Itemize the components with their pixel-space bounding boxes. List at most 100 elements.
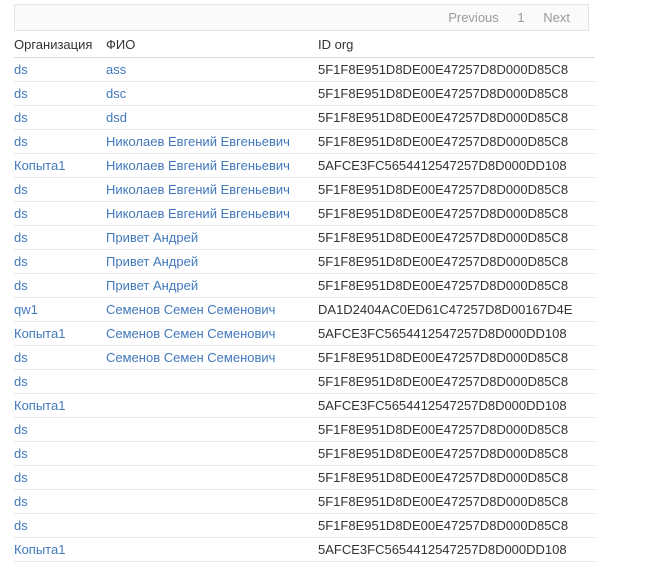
pagination-previous-button[interactable]: Previous — [448, 10, 499, 25]
table-row: qw1Семенов Семен СеменовичDA1D2404AC0ED6… — [14, 298, 595, 322]
fio-cell — [106, 466, 318, 490]
table-row: ds 5F1F8E951D8DE00E47257D8D000D85C8 — [14, 418, 595, 442]
table-row: dsСеменов Семен Семенович5F1F8E951D8DE00… — [14, 346, 595, 370]
pagination-next-button[interactable]: Next — [543, 10, 570, 25]
fio-link[interactable]: Привет Андрей — [106, 230, 198, 245]
organization-cell: ds — [14, 106, 106, 130]
organization-link[interactable]: ds — [14, 206, 28, 221]
fio-cell — [106, 490, 318, 514]
organization-cell: Копыта1 — [14, 322, 106, 346]
organization-link[interactable]: ds — [14, 62, 28, 77]
organization-cell: ds — [14, 346, 106, 370]
organization-link[interactable]: ds — [14, 374, 28, 389]
id-org-cell: 5F1F8E951D8DE00E47257D8D000D85C8 — [318, 418, 595, 442]
organization-link[interactable]: ds — [14, 230, 28, 245]
organization-cell: ds — [14, 250, 106, 274]
organization-cell: Копыта1 — [14, 394, 106, 418]
fio-cell: Николаев Евгений Евгеньевич — [106, 130, 318, 154]
organization-link[interactable]: ds — [14, 278, 28, 293]
organization-cell: Копыта1 — [14, 154, 106, 178]
fio-link[interactable]: Николаев Евгений Евгеньевич — [106, 134, 290, 149]
fio-link[interactable]: ass — [106, 62, 126, 77]
id-org-cell: 5F1F8E951D8DE00E47257D8D000D85C8 — [318, 514, 595, 538]
fio-link[interactable]: Привет Андрей — [106, 254, 198, 269]
fio-cell — [106, 394, 318, 418]
organization-link[interactable]: ds — [14, 518, 28, 533]
organization-link[interactable]: Копыта1 — [14, 398, 65, 413]
organization-link[interactable]: ds — [14, 422, 28, 437]
table-row: dsПривет Андрей5F1F8E951D8DE00E47257D8D0… — [14, 226, 595, 250]
fio-link[interactable]: Николаев Евгений Евгеньевич — [106, 182, 290, 197]
id-org-cell: 5F1F8E951D8DE00E47257D8D000D85C8 — [318, 370, 595, 394]
organization-cell: ds — [14, 466, 106, 490]
fio-link[interactable]: Привет Андрей — [106, 278, 198, 293]
table-row: ds 5F1F8E951D8DE00E47257D8D000D85C8 — [14, 514, 595, 538]
id-org-cell: 5F1F8E951D8DE00E47257D8D000D85C8 — [318, 466, 595, 490]
id-org-cell: 5F1F8E951D8DE00E47257D8D000D85C8 — [318, 442, 595, 466]
id-org-cell: 5AFCE3FC5654412547257D8D000DD108 — [318, 322, 595, 346]
table-row: Копыта15AFCE3FC5654412547257D8D000DD108 — [14, 538, 595, 562]
organization-link[interactable]: ds — [14, 350, 28, 365]
pagination-page-1-button[interactable]: 1 — [517, 10, 524, 25]
organization-link[interactable]: Копыта1 — [14, 326, 65, 341]
id-org-cell: 5F1F8E951D8DE00E47257D8D000D85C8 — [318, 130, 595, 154]
fio-link[interactable]: Семенов Семен Семенович — [106, 350, 275, 365]
fio-cell: Привет Андрей — [106, 274, 318, 298]
id-org-cell: 5AFCE3FC5654412547257D8D000DD108 — [318, 538, 595, 562]
id-org-cell: 5F1F8E951D8DE00E47257D8D000D85C8 — [318, 250, 595, 274]
id-org-cell: 5F1F8E951D8DE00E47257D8D000D85C8 — [318, 58, 595, 82]
fio-link[interactable]: Николаев Евгений Евгеньевич — [106, 206, 290, 221]
organization-cell: ds — [14, 370, 106, 394]
column-header-id-org: ID org — [318, 33, 595, 58]
organization-link[interactable]: ds — [14, 446, 28, 461]
fio-cell — [106, 418, 318, 442]
fio-link[interactable]: dsd — [106, 110, 127, 125]
fio-cell — [106, 514, 318, 538]
organization-link[interactable]: ds — [14, 470, 28, 485]
organization-link[interactable]: ds — [14, 182, 28, 197]
fio-link[interactable]: Николаев Евгений Евгеньевич — [106, 158, 290, 173]
organization-link[interactable]: ds — [14, 494, 28, 509]
fio-cell: Николаев Евгений Евгеньевич — [106, 178, 318, 202]
table-row: ds dsc 5F1F8E951D8DE00E47257D8D000D85C8 — [14, 82, 595, 106]
table-row: ds ass 5F1F8E951D8DE00E47257D8D000D85C8 — [14, 58, 595, 82]
table-row: ds dsd 5F1F8E951D8DE00E47257D8D000D85C8 — [14, 106, 595, 130]
organization-link[interactable]: qw1 — [14, 302, 38, 317]
fio-cell: Семенов Семен Семенович — [106, 346, 318, 370]
organization-cell: ds — [14, 442, 106, 466]
organization-cell: ds — [14, 130, 106, 154]
table-row: dsПривет Андрей5F1F8E951D8DE00E47257D8D0… — [14, 274, 595, 298]
organization-link[interactable]: ds — [14, 254, 28, 269]
table-header-row: Организация ФИО ID org — [14, 33, 595, 58]
organization-cell: ds — [14, 226, 106, 250]
organization-link[interactable]: ds — [14, 110, 28, 125]
fio-cell: dsd — [106, 106, 318, 130]
organization-cell: ds — [14, 82, 106, 106]
fio-link[interactable]: Семенов Семен Семенович — [106, 302, 275, 317]
fio-link[interactable]: dsc — [106, 86, 126, 101]
id-org-cell: 5F1F8E951D8DE00E47257D8D000D85C8 — [318, 106, 595, 130]
organization-link[interactable]: ds — [14, 134, 28, 149]
table-row: ds Привет Андрей 5F1F8E951D8DE00E47257D8D0… — [14, 250, 595, 274]
organization-cell: ds — [14, 274, 106, 298]
organization-link[interactable]: Копыта1 — [14, 158, 65, 173]
fio-cell: Привет Андрей — [106, 226, 318, 250]
table-row: ds 5F1F8E951D8DE00E47257D8D000D85C8 — [14, 370, 595, 394]
fio-link[interactable]: Семенов Семен Семенович — [106, 326, 275, 341]
table-row: ds 5F1F8E951D8DE00E47257D8D000D85C8 — [14, 466, 595, 490]
table-row: Копыта15AFCE3FC5654412547257D8D000DD108 — [14, 394, 595, 418]
organization-cell: ds — [14, 490, 106, 514]
id-org-cell: 5AFCE3FC5654412547257D8D000DD108 — [318, 154, 595, 178]
records-table: Организация ФИО ID org ds ass 5F1F8E951D8D… — [14, 33, 595, 562]
id-org-cell: 5F1F8E951D8DE00E47257D8D000D85C8 — [318, 178, 595, 202]
organization-cell: ds — [14, 514, 106, 538]
table-body: dsass5F1F8E951D8DE00E47257D8D000D85C8dsd… — [14, 58, 595, 562]
organization-cell: qw1 — [14, 298, 106, 322]
organization-cell: ds — [14, 202, 106, 226]
organization-cell: ds — [14, 58, 106, 82]
id-org-cell: 5F1F8E951D8DE00E47257D8D000D85C8 — [318, 82, 595, 106]
organization-link[interactable]: ds — [14, 86, 28, 101]
fio-cell — [106, 442, 318, 466]
page: Previous 1 Next Организация ФИО ID org d… — [0, 0, 650, 562]
fio-cell — [106, 538, 318, 562]
